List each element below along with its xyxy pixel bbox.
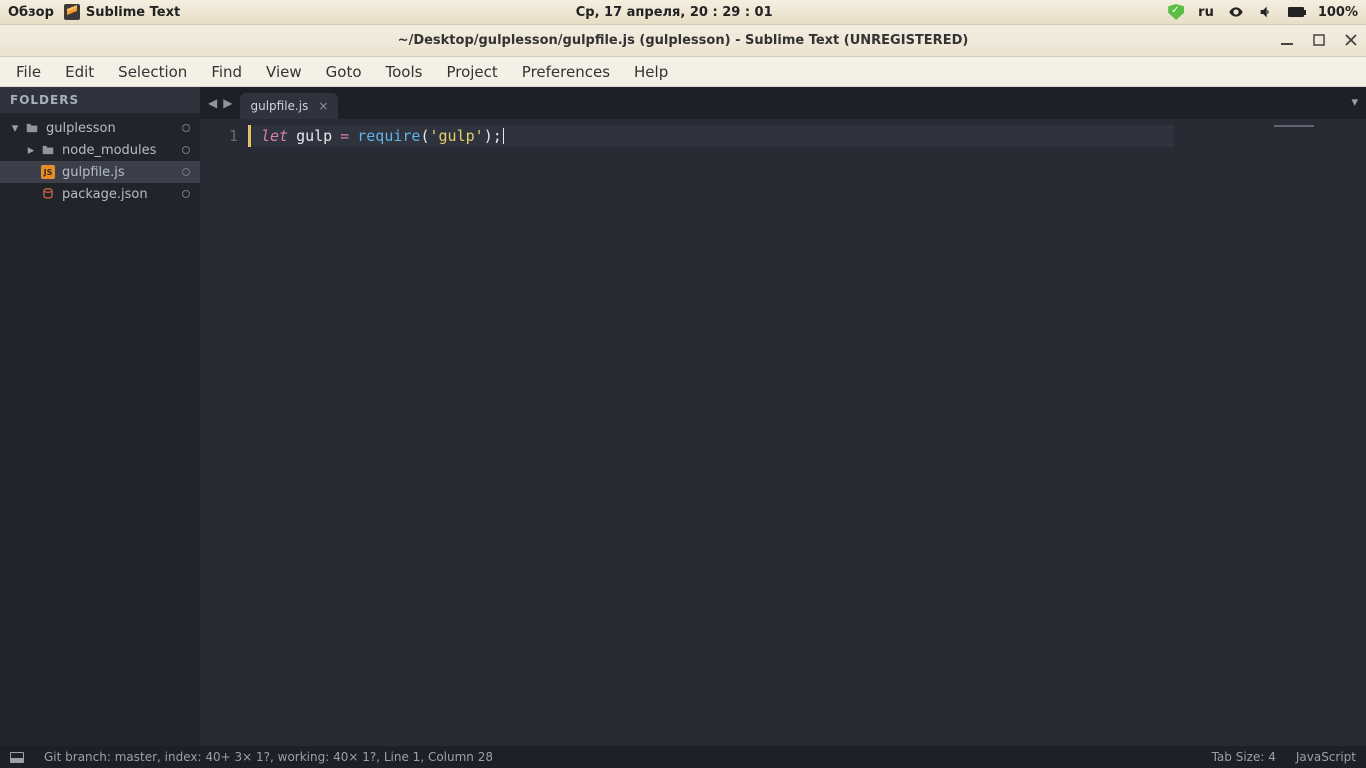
menubar: File Edit Selection Find View Goto Tools…	[0, 57, 1366, 87]
menu-edit[interactable]: Edit	[57, 59, 102, 85]
status-syntax[interactable]: JavaScript	[1296, 750, 1356, 764]
folder-icon	[40, 142, 56, 158]
battery-icon[interactable]	[1288, 4, 1304, 20]
chevron-down-icon: ▾	[10, 121, 20, 136]
sidebar: FOLDERS ▾ gulplesson ▸ node_modules	[0, 87, 200, 746]
tree-root[interactable]: ▾ gulplesson	[0, 117, 200, 139]
status-tab-size[interactable]: Tab Size: 4	[1212, 750, 1276, 764]
line-number: 1	[200, 125, 238, 147]
tab-close-button[interactable]: ×	[318, 99, 328, 113]
token-operator: =	[340, 127, 349, 145]
tree-item-node-modules[interactable]: ▸ node_modules	[0, 139, 200, 161]
token-identifier: gulp	[296, 127, 332, 145]
battery-percent: 100%	[1318, 5, 1358, 20]
tree-item-gulpfile[interactable]: JS gulpfile.js	[0, 161, 200, 183]
token-keyword: let	[261, 127, 288, 145]
menu-project[interactable]: Project	[438, 59, 505, 85]
token-paren: )	[484, 127, 493, 145]
tab-bar: ◀ ▶ gulpfile.js × ▾	[200, 87, 1366, 119]
window-title: ~/Desktop/gulplesson/gulpfile.js (gulple…	[398, 33, 969, 48]
tree-item-package-json[interactable]: package.json	[0, 183, 200, 205]
window-close-button[interactable]	[1342, 31, 1360, 49]
menu-preferences[interactable]: Preferences	[514, 59, 618, 85]
text-cursor	[503, 128, 504, 144]
os-panel: Обзор Sublime Text Ср, 17 апреля, 20 : 2…	[0, 0, 1366, 25]
modified-indicator-icon	[182, 146, 190, 154]
status-git[interactable]: Git branch: master, index: 40+ 3× 1?, wo…	[44, 750, 493, 764]
chevron-right-icon: ▸	[26, 143, 36, 158]
tree-item-label: node_modules	[62, 143, 156, 158]
json-file-icon	[40, 186, 56, 202]
tab-history-forward[interactable]: ▶	[221, 94, 234, 112]
visibility-icon[interactable]	[1228, 4, 1244, 20]
panel-datetime[interactable]: Ср, 17 апреля, 20 : 29 : 01	[576, 5, 773, 20]
menu-view[interactable]: View	[258, 59, 310, 85]
tree-item-label: gulpfile.js	[62, 165, 125, 180]
menu-file[interactable]: File	[8, 59, 49, 85]
keyboard-layout[interactable]: ru	[1198, 5, 1214, 20]
panel-toggle-icon[interactable]	[10, 752, 24, 763]
minimap[interactable]	[1270, 119, 1366, 746]
code-area[interactable]: let gulp = require('gulp');	[248, 119, 1270, 746]
menu-find[interactable]: Find	[203, 59, 250, 85]
tab-gulpfile[interactable]: gulpfile.js ×	[240, 93, 338, 119]
overview-button[interactable]: Обзор	[8, 5, 54, 20]
menu-goto[interactable]: Goto	[318, 59, 370, 85]
tree-root-label: gulplesson	[46, 121, 116, 136]
menu-selection[interactable]: Selection	[110, 59, 195, 85]
sidebar-header: FOLDERS	[0, 87, 200, 113]
js-file-icon: JS	[40, 164, 56, 180]
sublime-icon	[64, 4, 80, 20]
token-paren: (	[420, 127, 429, 145]
code-line: let gulp = require('gulp');	[248, 125, 1174, 147]
modified-indicator-icon	[182, 124, 190, 132]
token-function: require	[357, 127, 420, 145]
tree-item-label: package.json	[62, 187, 148, 202]
window-minimize-button[interactable]	[1278, 31, 1296, 49]
window-maximize-button[interactable]	[1310, 31, 1328, 49]
minimap-line	[1274, 125, 1314, 127]
tab-label: gulpfile.js	[250, 99, 308, 113]
volume-icon[interactable]	[1258, 4, 1274, 20]
taskbar-app-label: Sublime Text	[86, 5, 180, 20]
taskbar-app[interactable]: Sublime Text	[64, 4, 180, 20]
gutter: 1	[200, 119, 248, 746]
shield-icon[interactable]	[1168, 4, 1184, 20]
token-punct: ;	[493, 127, 502, 145]
folder-icon	[24, 120, 40, 136]
modified-indicator-icon	[182, 168, 190, 176]
token-string: 'gulp'	[430, 127, 484, 145]
window-titlebar: ~/Desktop/gulplesson/gulpfile.js (gulple…	[0, 25, 1366, 57]
menu-help[interactable]: Help	[626, 59, 676, 85]
menu-tools[interactable]: Tools	[378, 59, 431, 85]
tab-overflow-button[interactable]: ▾	[1351, 95, 1358, 110]
folder-tree: ▾ gulplesson ▸ node_modules JS gulpfile.…	[0, 113, 200, 209]
tab-history-back[interactable]: ◀	[206, 94, 219, 112]
status-bar: Git branch: master, index: 40+ 3× 1?, wo…	[0, 746, 1366, 768]
modified-indicator-icon	[182, 190, 190, 198]
editor-area: ◀ ▶ gulpfile.js × ▾ 1 let gulp = require…	[200, 87, 1366, 746]
